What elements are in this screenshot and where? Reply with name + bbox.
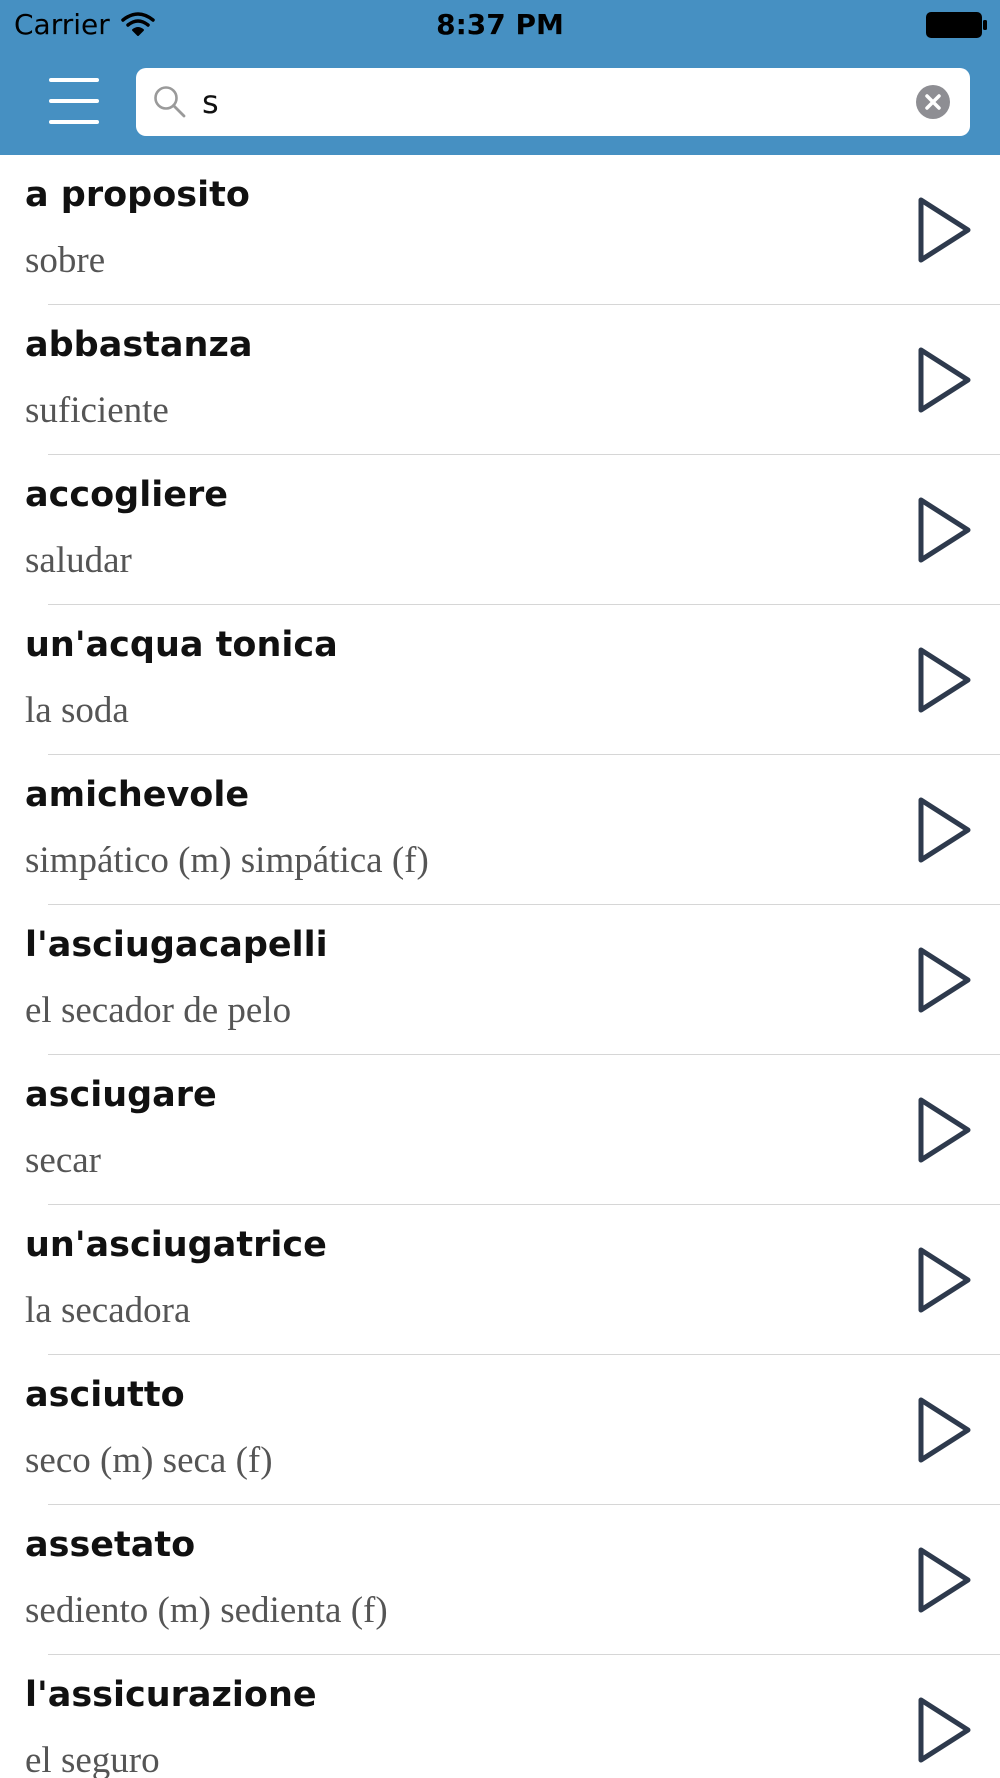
- navigation-bar: [0, 48, 1000, 155]
- search-bar: [136, 68, 970, 136]
- term-italian: un'acqua tonica: [25, 625, 338, 665]
- list-item[interactable]: assetato sediento (m) sedienta (f): [0, 1505, 1000, 1655]
- play-icon[interactable]: [912, 493, 976, 567]
- list-item[interactable]: accogliere saludar: [0, 455, 1000, 605]
- search-icon: [154, 86, 186, 118]
- term-translation: el seguro: [25, 1740, 160, 1778]
- term-translation: suficiente: [25, 390, 169, 431]
- term-translation: saludar: [25, 540, 132, 581]
- play-icon[interactable]: [912, 1243, 976, 1317]
- term-italian: amichevole: [25, 775, 250, 815]
- term-translation: el secador de pelo: [25, 990, 292, 1031]
- term-italian: l'asciugacapelli: [25, 925, 328, 965]
- play-icon[interactable]: [912, 1543, 976, 1617]
- status-bar: Carrier 8:37 PM: [0, 0, 1000, 48]
- term-translation: seco (m) seca (f): [25, 1440, 273, 1481]
- term-translation: la soda: [25, 690, 129, 731]
- list-item[interactable]: un'acqua tonica la soda: [0, 605, 1000, 755]
- term-italian: asciugare: [25, 1075, 217, 1115]
- search-input[interactable]: [202, 76, 882, 128]
- list-item[interactable]: l'assicurazione el seguro: [0, 1655, 1000, 1778]
- clear-search-button[interactable]: [916, 85, 950, 119]
- play-icon[interactable]: [912, 1093, 976, 1167]
- list-item[interactable]: abbastanza suficiente: [0, 305, 1000, 455]
- battery-icon: [926, 12, 987, 38]
- play-icon[interactable]: [912, 793, 976, 867]
- list-item[interactable]: a proposito sobre: [0, 155, 1000, 305]
- hamburger-menu-icon: [49, 78, 99, 82]
- term-italian: accogliere: [25, 475, 228, 515]
- menu-line-bottom: [49, 120, 99, 124]
- term-italian: abbastanza: [25, 325, 253, 365]
- list-item[interactable]: asciugare secar: [0, 1055, 1000, 1205]
- term-translation: simpático (m) simpática (f): [25, 840, 429, 881]
- play-icon[interactable]: [912, 1393, 976, 1467]
- term-translation: secar: [25, 1140, 101, 1181]
- play-icon[interactable]: [912, 1693, 976, 1767]
- menu-button[interactable]: [40, 76, 110, 126]
- play-icon[interactable]: [912, 193, 976, 267]
- term-italian: l'assicurazione: [25, 1675, 317, 1715]
- clear-icon: [925, 94, 941, 110]
- list-item[interactable]: un'asciugatrice la secadora: [0, 1205, 1000, 1355]
- term-italian: a proposito: [25, 175, 250, 215]
- play-icon[interactable]: [912, 343, 976, 417]
- play-icon[interactable]: [912, 943, 976, 1017]
- menu-line-middle: [49, 99, 99, 103]
- list-item[interactable]: l'asciugacapelli el secador de pelo: [0, 905, 1000, 1055]
- play-icon[interactable]: [912, 643, 976, 717]
- term-translation: sobre: [25, 240, 106, 281]
- list-item[interactable]: asciutto seco (m) seca (f): [0, 1355, 1000, 1505]
- word-list: a proposito sobre abbastanza suficiente …: [0, 155, 1000, 1778]
- list-item[interactable]: amichevole simpático (m) simpática (f): [0, 755, 1000, 905]
- term-italian: un'asciugatrice: [25, 1225, 327, 1265]
- term-italian: asciutto: [25, 1375, 185, 1415]
- term-translation: sediento (m) sedienta (f): [25, 1590, 388, 1631]
- term-translation: la secadora: [25, 1290, 191, 1331]
- status-time: 8:37 PM: [436, 8, 564, 41]
- term-italian: assetato: [25, 1525, 196, 1565]
